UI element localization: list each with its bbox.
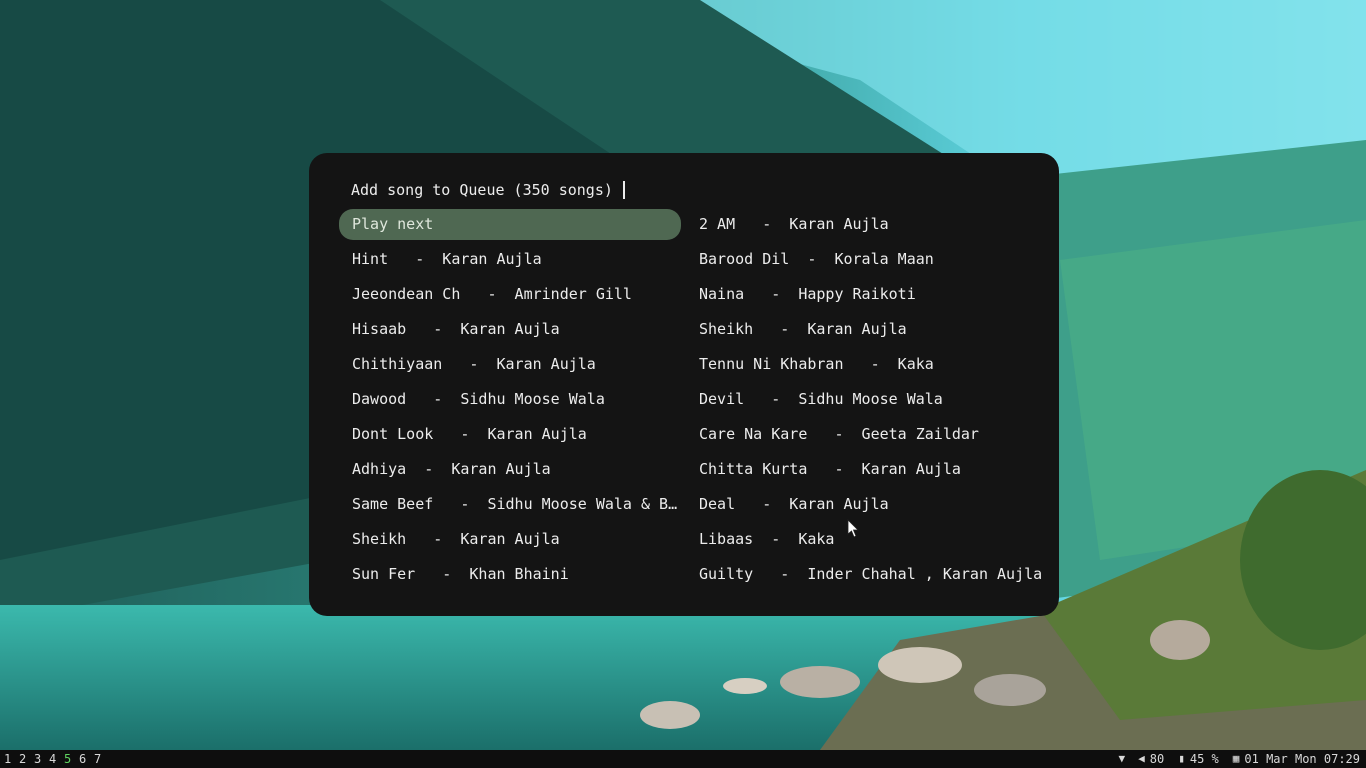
volume-indicator[interactable]: ◀ 80 [1138,751,1164,767]
mouse-pointer-icon [847,519,859,538]
list-item[interactable]: Libaas - Kaka [686,524,1046,555]
calendar-icon: ▦ [1232,752,1240,765]
wifi-icon: ▼ [1118,752,1126,765]
list-item[interactable]: Guilty - Inder Chahal , Karan Aujla [686,559,1046,590]
list-item[interactable]: 2 AM - Karan Aujla [686,209,1046,240]
prompt-line[interactable]: Add song to Queue (350 songs) [351,180,625,200]
list-item[interactable]: Sheikh - Karan Aujla [686,314,1046,345]
list-item[interactable]: Naina - Happy Raikoti [686,279,1046,310]
workspace-6[interactable]: 6 [79,751,94,767]
volume-value: 80 [1149,752,1165,766]
list-item[interactable]: Sheikh - Karan Aujla [339,524,681,555]
list-item[interactable]: Tennu Ni Khabran - Kaka [686,349,1046,380]
list-item[interactable]: Dawood - Sidhu Moose Wala [339,384,681,415]
list-item[interactable]: Devil - Sidhu Moose Wala [686,384,1046,415]
workspace-1[interactable]: 1 [4,751,19,767]
list-item[interactable]: Chithiyaan - Karan Aujla [339,349,681,380]
datetime: 01 Mar Mon 07:29 [1244,752,1360,766]
list-item[interactable]: Care Na Kare - Geeta Zaildar [686,419,1046,450]
workspace-2[interactable]: 2 [19,751,34,767]
wifi-indicator[interactable]: ▼ [1119,751,1131,767]
list-item[interactable]: Barood Dil - Korala Maan [686,244,1046,275]
battery-indicator[interactable]: ▮ 45 % [1178,751,1219,767]
list-item[interactable]: Same Beef - Sidhu Moose Wala & Bohem… [339,489,681,520]
list-item[interactable]: Deal - Karan Aujla [686,489,1046,520]
list-item[interactable]: Dont Look - Karan Aujla [339,419,681,450]
clock[interactable]: ▦ 01 Mar Mon 07:29 [1233,751,1360,767]
workspace-4[interactable]: 4 [49,751,64,767]
prompt-text: Add song to Queue (350 songs) [351,181,613,199]
list-item[interactable]: Chitta Kurta - Karan Aujla [686,454,1046,485]
workspace-3[interactable]: 3 [34,751,49,767]
list-item[interactable]: Hint - Karan Aujla [339,244,681,275]
list-item[interactable]: Sun Fer - Khan Bhaini [339,559,681,590]
battery-value: 45 % [1189,752,1219,766]
song-launcher: Add song to Queue (350 songs) Play next … [309,153,1059,616]
battery-icon: ▮ [1178,752,1185,765]
system-tray: ▼ ◀ 80 ▮ 45 % ▦ 01 Mar Mon 07:29 [1105,751,1360,767]
list-item[interactable]: Hisaab - Karan Aujla [339,314,681,345]
workspace-5-active[interactable]: 5 [64,751,79,767]
workspace-list: 1 2 3 4 5 6 7 [4,751,109,767]
text-cursor [622,181,625,199]
list-item-selected[interactable]: Play next [339,209,681,240]
list-item[interactable]: Adhiya - Karan Aujla [339,454,681,485]
speaker-icon: ◀ [1138,752,1145,765]
workspace-7[interactable]: 7 [94,751,109,767]
list-item[interactable]: Jeeondean Ch - Amrinder Gill [339,279,681,310]
status-bar: 1 2 3 4 5 6 7 ▼ ◀ 80 ▮ 45 % ▦ 01 Mar Mon… [0,750,1366,768]
